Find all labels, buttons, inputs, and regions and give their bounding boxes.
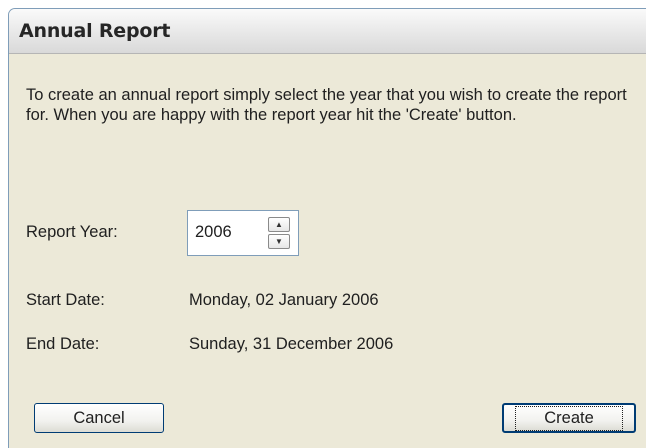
report-year-label: Report Year: [26,223,118,241]
instructions-text: To create an annual report simply select… [26,86,627,124]
create-button-label: Create [515,405,623,431]
start-date-value: Monday, 02 January 2006 [189,291,379,309]
annual-report-dialog: Annual Report To create an annual report… [8,8,646,448]
spin-up-arrow-icon[interactable]: ▲ [268,217,290,232]
spin-down-arrow-icon[interactable]: ▼ [268,234,290,249]
end-date-value: Sunday, 31 December 2006 [189,335,394,353]
create-button[interactable]: Create [502,403,636,433]
report-year-stepper[interactable]: ▲ ▼ [187,210,299,256]
title-bar: Annual Report [9,9,646,54]
start-date-label: Start Date: [26,291,105,309]
dialog-title: Annual Report [19,20,171,42]
cancel-button[interactable]: Cancel [34,403,164,433]
end-date-label: End Date: [26,335,100,353]
report-year-input[interactable] [195,223,255,242]
